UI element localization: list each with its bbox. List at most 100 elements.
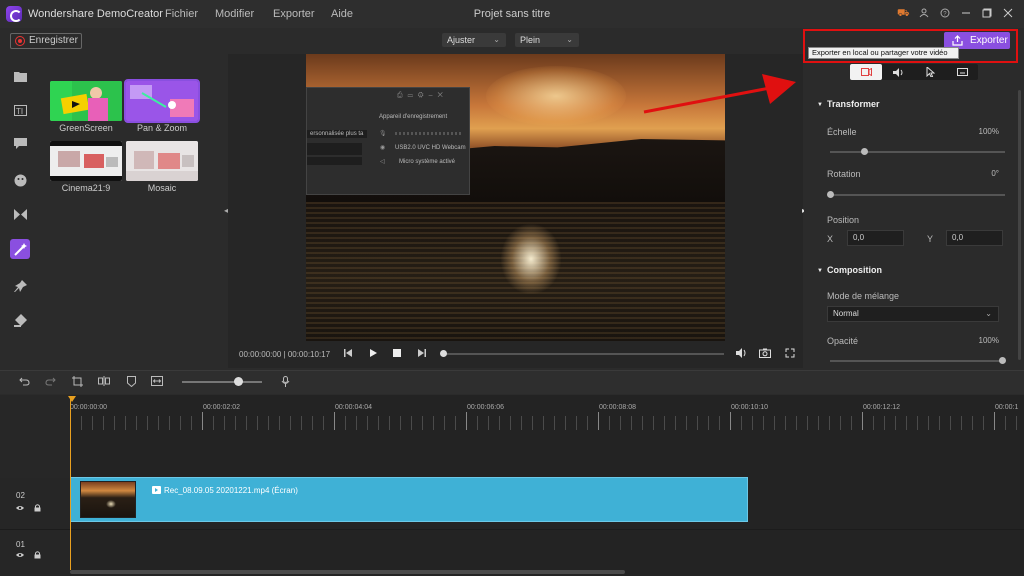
overlay-window-controls: ⎙▭⚙–✕ — [397, 92, 448, 99]
timeline-clip[interactable] — [70, 477, 748, 522]
properties-scrollbar[interactable] — [1018, 90, 1021, 360]
playhead[interactable] — [70, 396, 71, 570]
effect-pan-zoom-thumb[interactable] — [124, 79, 200, 123]
menu-modifier[interactable]: Modifier — [215, 8, 254, 20]
title-bar: Wondershare DemoCreator Fichier Modifier… — [0, 0, 1024, 28]
fit-select[interactable]: Ajuster ⌄ — [442, 33, 506, 47]
clip-name: Rec_08.09.05 20201221.mp4 (Écran) — [164, 486, 298, 495]
maximize-icon[interactable] — [981, 8, 993, 20]
rotation-value: 0° — [991, 169, 999, 178]
overlay-field-2 — [307, 157, 362, 165]
track-divider — [0, 529, 1024, 530]
redo-icon[interactable] — [44, 376, 56, 388]
opacity-slider-knob[interactable] — [999, 357, 1006, 364]
user-icon[interactable] — [918, 8, 930, 20]
annotation-arrow — [643, 74, 796, 114]
rotation-slider[interactable] — [830, 194, 1005, 196]
position-y-input[interactable]: 0,0 — [946, 230, 1003, 246]
help-icon[interactable]: ? — [939, 8, 951, 20]
y-label: Y — [927, 234, 934, 244]
record-label: Enregistrer — [29, 35, 78, 46]
split-icon[interactable] — [98, 376, 110, 388]
webcam-icon: ◉ — [380, 145, 386, 151]
eye-icon[interactable] — [16, 552, 24, 560]
snapshot-icon[interactable] — [759, 348, 771, 360]
svg-text:TI: TI — [16, 107, 23, 116]
transition-icon[interactable] — [12, 206, 28, 222]
record-button[interactable]: Enregistrer — [10, 33, 82, 49]
play-icon[interactable] — [367, 348, 379, 360]
cart-icon[interactable]: ⛟ — [897, 8, 910, 20]
tab-cursor[interactable] — [914, 64, 946, 80]
time-separator: | — [283, 350, 286, 359]
overlay-section-title: Appareil d'enregistrement — [379, 114, 448, 120]
timeline-scrollbar[interactable] — [70, 570, 625, 574]
menu-exporter[interactable]: Exporter — [273, 8, 315, 20]
undo-icon[interactable] — [18, 376, 30, 388]
folder-icon[interactable] — [12, 68, 28, 84]
ruler-major-ticks — [70, 412, 1024, 430]
next-frame-icon[interactable] — [416, 348, 428, 360]
chevron-down-icon: ⌄ — [493, 35, 500, 44]
lock-icon[interactable] — [34, 504, 42, 512]
eraser-icon[interactable] — [12, 312, 28, 328]
playhead-handle[interactable] — [68, 396, 76, 402]
annotation-icon[interactable] — [12, 136, 28, 152]
speaker-icon: ◁ — [380, 159, 385, 165]
microphone-icon[interactable] — [279, 376, 291, 388]
lock-icon[interactable] — [34, 551, 42, 559]
composition-section-title[interactable]: Composition — [817, 265, 882, 275]
ruler-label: 00:00:1 — [995, 404, 1019, 411]
text-icon[interactable]: TI — [12, 102, 28, 118]
effect-greenscreen-thumb[interactable] — [50, 81, 122, 121]
transform-section-title[interactable]: Transformer — [817, 99, 880, 109]
seek-track[interactable] — [442, 353, 724, 355]
ruler-label: 00:00:08:08 — [599, 404, 636, 411]
eye-icon[interactable] — [16, 505, 24, 513]
left-sidebar: TI — [0, 60, 40, 370]
previous-frame-icon[interactable] — [342, 348, 354, 360]
minimize-icon[interactable] — [960, 8, 972, 20]
opacity-value: 100% — [978, 336, 999, 345]
zoom-slider[interactable] — [182, 381, 262, 383]
effects-icon[interactable] — [10, 239, 30, 259]
chevron-down-icon: ⌄ — [566, 35, 573, 44]
time-display: 00:00:00:00 | 00:00:10:17 — [239, 350, 330, 359]
menu-fichier[interactable]: Fichier — [165, 8, 198, 20]
effect-mosaic-thumb[interactable] — [126, 141, 198, 181]
current-time: 00:00:00:00 — [239, 350, 282, 359]
marker-icon[interactable] — [125, 376, 137, 388]
overlay-dropdown: ersonnalisée plus ta — [307, 130, 367, 138]
volume-icon[interactable] — [735, 348, 747, 360]
sticker-icon[interactable] — [12, 172, 28, 188]
scale-slider[interactable] — [830, 151, 1005, 153]
stop-icon[interactable] — [391, 348, 403, 360]
quality-select[interactable]: Plein ⌄ — [515, 33, 579, 47]
position-x-input[interactable]: 0,0 — [847, 230, 904, 246]
collapse-left-icon[interactable]: ◂ — [224, 206, 228, 215]
close-icon[interactable] — [1002, 8, 1014, 20]
position-label: Position — [827, 215, 860, 225]
tab-caption[interactable] — [946, 64, 978, 80]
seek-knob[interactable] — [440, 350, 447, 357]
rotation-slider-knob[interactable] — [827, 191, 834, 198]
crop-icon[interactable] — [71, 376, 83, 388]
scale-value: 100% — [978, 127, 999, 136]
tab-video[interactable] — [850, 64, 882, 80]
pin-icon[interactable] — [12, 278, 28, 294]
blend-mode-label: Mode de mélange — [827, 291, 900, 301]
level-meter — [395, 132, 463, 135]
mic-off-icon: 🎙 — [379, 131, 387, 137]
tab-audio[interactable] — [882, 64, 914, 80]
zoom-slider-knob[interactable] — [234, 377, 243, 386]
blend-mode-select[interactable]: Normal ⌄ — [827, 306, 999, 322]
x-label: X — [827, 234, 834, 244]
fit-timeline-icon[interactable] — [151, 376, 163, 388]
menu-aide[interactable]: Aide — [331, 8, 353, 20]
opacity-slider[interactable] — [830, 360, 1005, 362]
fullscreen-icon[interactable] — [784, 348, 796, 360]
app-name: Wondershare DemoCreator — [28, 8, 163, 20]
chevron-down-icon: ⌄ — [985, 309, 992, 318]
effect-cinema-thumb[interactable] — [50, 141, 122, 181]
recorder-overlay-window: ⎙▭⚙–✕ Appareil d'enregistrement ersonnal… — [306, 87, 470, 195]
